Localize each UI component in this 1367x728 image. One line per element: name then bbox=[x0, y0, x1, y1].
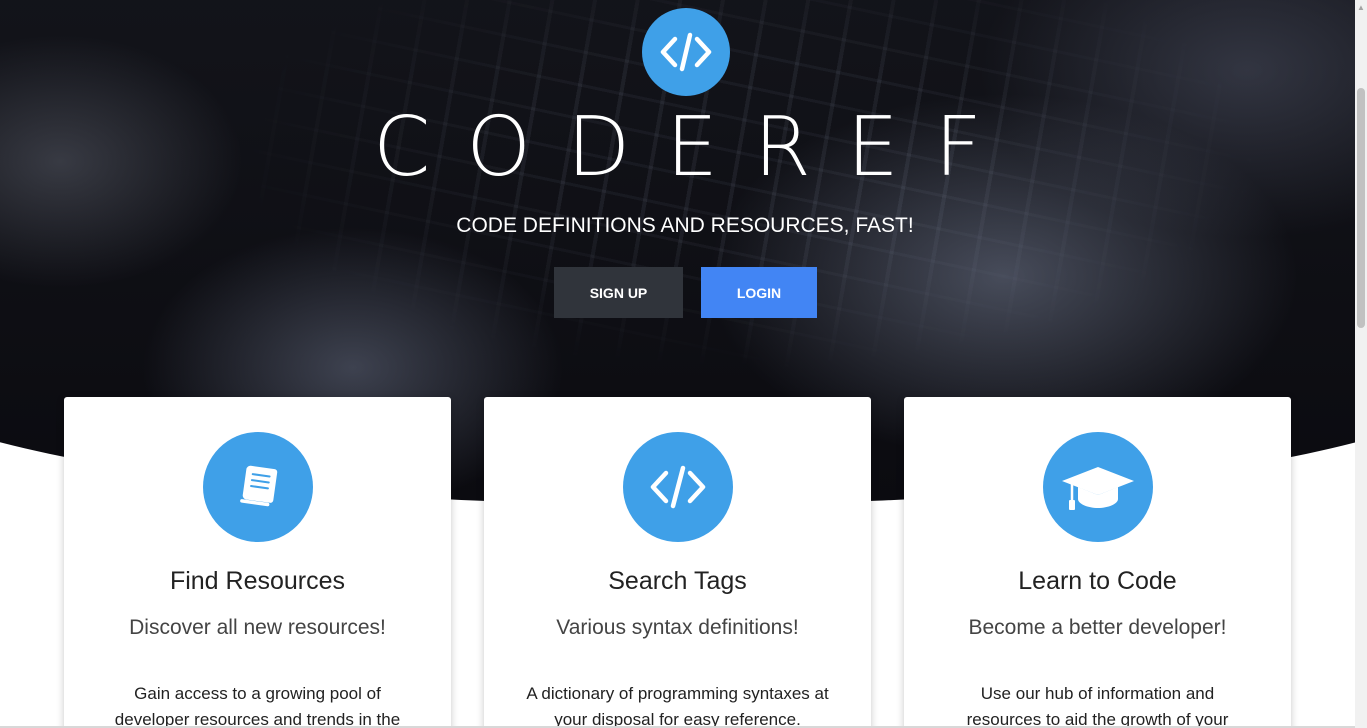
scroll-up-icon[interactable]: ▲ bbox=[1355, 0, 1367, 14]
card-title: Learn to Code bbox=[1018, 567, 1177, 595]
book-icon bbox=[240, 465, 278, 507]
logo[interactable] bbox=[642, 8, 730, 96]
card-subtitle: Various syntax definitions! bbox=[556, 616, 799, 639]
tagline: CODE DEFINITIONS AND RESOURCES, FAST! bbox=[456, 214, 914, 237]
code-brackets-icon bbox=[650, 465, 706, 509]
feature-card-find-resources: Find Resources Discover all new resource… bbox=[64, 397, 451, 728]
code-brackets-icon bbox=[660, 32, 712, 72]
card-icon-circle bbox=[1043, 432, 1153, 542]
card-title: Find Resources bbox=[169, 567, 346, 595]
login-button[interactable]: LOGIN bbox=[701, 267, 817, 318]
card-icon-circle bbox=[203, 432, 313, 542]
card-icon-circle bbox=[623, 432, 733, 542]
scrollbar-thumb[interactable] bbox=[1357, 88, 1365, 328]
card-subtitle: Discover all new resources! bbox=[129, 616, 386, 639]
feature-card-learn-to-code: Learn to Code Become a better developer!… bbox=[904, 397, 1291, 728]
card-body: Use our hub of information and resources… bbox=[966, 684, 1229, 728]
card-title: Search Tags bbox=[608, 567, 747, 595]
card-subtitle: Become a better developer! bbox=[968, 616, 1227, 639]
brand-title: CODEREF bbox=[373, 100, 1018, 195]
landing-page: CODEREF CODE DEFINITIONS AND RESOURCES, … bbox=[0, 0, 1367, 728]
feature-card-search-tags: Search Tags Various syntax definitions! … bbox=[484, 397, 871, 728]
vertical-scrollbar[interactable]: ▲ bbox=[1355, 0, 1367, 728]
card-body: A dictionary of programming syntaxes at … bbox=[526, 684, 829, 728]
signup-button[interactable]: SIGN UP bbox=[554, 267, 683, 318]
card-body: Gain access to a growing pool of develop… bbox=[114, 684, 401, 728]
graduation-cap-icon bbox=[1062, 467, 1134, 510]
